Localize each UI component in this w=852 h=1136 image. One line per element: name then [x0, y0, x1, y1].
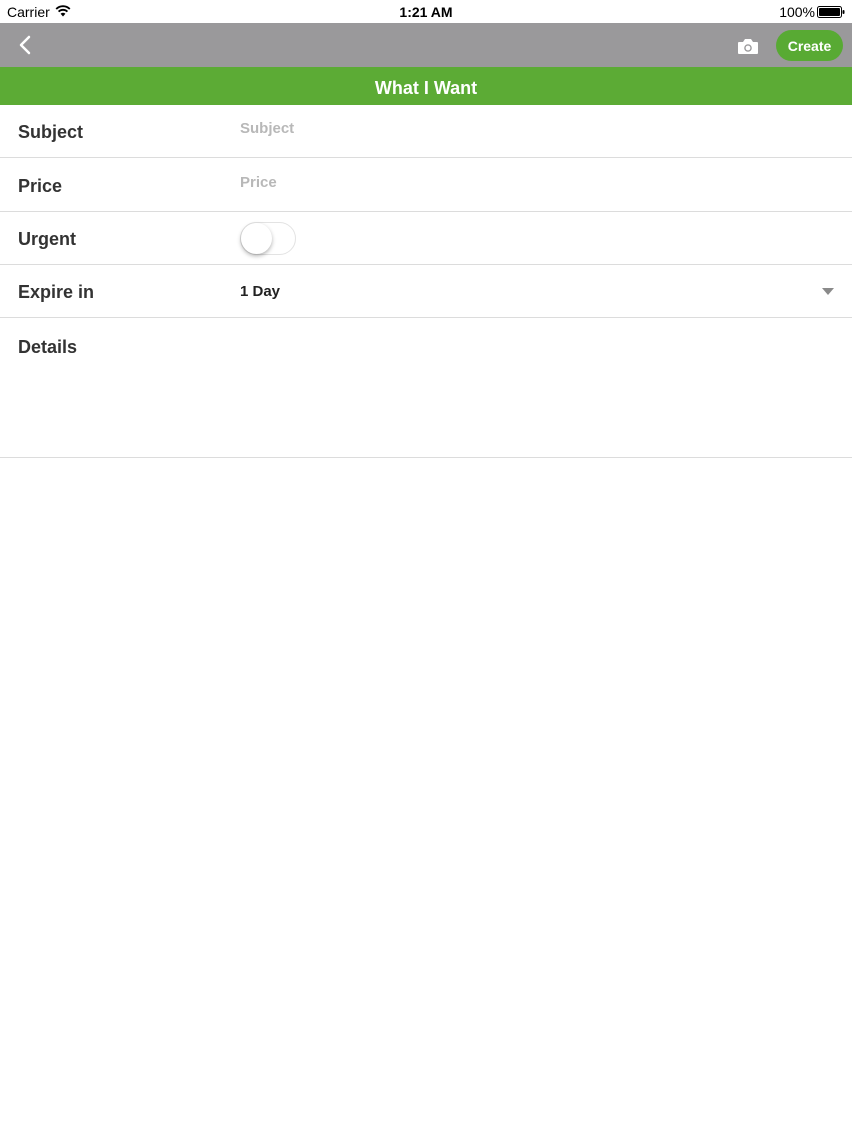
dropdown-arrow-icon[interactable]	[822, 288, 834, 296]
status-bar: Carrier 1:21 AM 100%	[0, 0, 852, 23]
section-title: What I Want	[0, 67, 852, 105]
urgent-row: Urgent	[0, 212, 852, 265]
price-input[interactable]	[240, 167, 820, 197]
nav-bar: Create	[0, 23, 852, 67]
price-label: Price	[18, 176, 63, 196]
status-time: 1:21 AM	[399, 4, 453, 20]
battery-percent: 100%	[779, 4, 815, 20]
subject-label: Subject	[18, 122, 84, 142]
create-button[interactable]: Create	[776, 30, 843, 61]
chevron-left-icon[interactable]	[16, 35, 36, 55]
urgent-label: Urgent	[18, 229, 76, 249]
expire-row[interactable]: Expire in 1 Day	[0, 265, 852, 318]
expire-label: Expire in	[18, 282, 95, 302]
battery-icon	[817, 6, 845, 18]
urgent-toggle[interactable]	[240, 222, 296, 255]
subject-row: Subject	[0, 105, 852, 158]
details-row: Details	[0, 318, 852, 458]
expire-select-value[interactable]: 1 Day	[240, 283, 280, 300]
price-row: Price	[0, 159, 852, 212]
details-label: Details	[18, 337, 78, 357]
details-textarea[interactable]	[240, 330, 830, 445]
subject-input[interactable]	[240, 113, 820, 143]
toggle-knob	[241, 223, 272, 254]
camera-icon[interactable]	[737, 37, 759, 55]
